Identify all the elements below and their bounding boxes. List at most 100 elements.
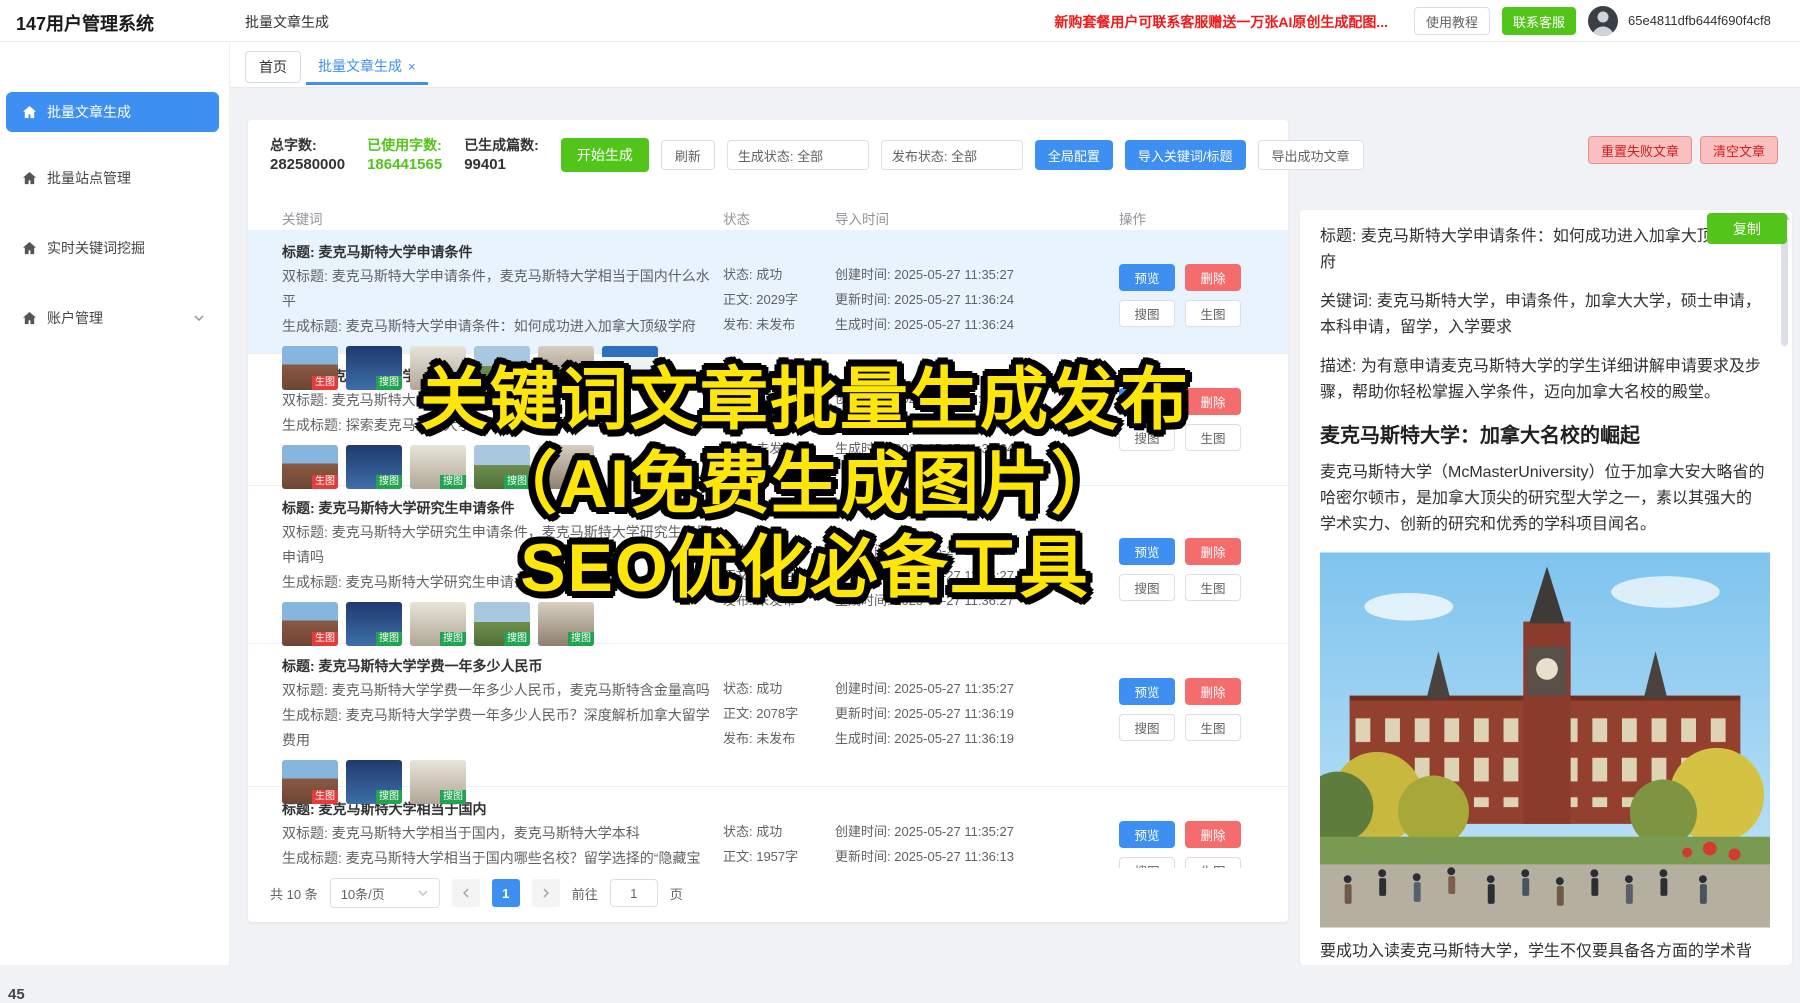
article-thumbnail[interactable]: 搜图 (346, 760, 402, 804)
delete-button[interactable]: 删除 (1185, 821, 1241, 848)
article-thumbnail[interactable]: 搜图 (474, 445, 530, 489)
stat-label: 已生成篇数: (464, 135, 539, 155)
created-time: 创建时间: 2025-05-27 11:35:27 (835, 538, 1119, 563)
generate-image-button[interactable]: 生图 (1185, 424, 1241, 451)
generate-image-button[interactable]: 生图 (1185, 300, 1241, 327)
search-image-button[interactable]: 搜图 (1119, 857, 1175, 868)
publish-status: 发布: 未发布 (723, 312, 835, 337)
article-thumbnail[interactable]: 搜图 (538, 445, 594, 489)
thumbnail-type-badge: 搜图 (376, 790, 402, 804)
preview-button[interactable]: 预览 (1119, 388, 1175, 415)
prev-page-button[interactable] (452, 879, 480, 907)
article-thumbnail[interactable]: 搜图 (410, 602, 466, 646)
sidebar-item-label: 批量站点管理 (47, 168, 131, 188)
tutorial-button[interactable]: 使用教程 (1414, 7, 1490, 35)
thumbnail-type-badge: 搜图 (504, 632, 530, 646)
reset-failed-button[interactable]: 重置失败文章 (1588, 136, 1692, 164)
preview-button[interactable]: 预览 (1119, 821, 1175, 848)
table-row[interactable]: 标题: 麦克马斯特大学申请条件 双标题: 麦克马斯特大学申请条件，麦克马斯特大学… (248, 230, 1288, 354)
search-image-button[interactable]: 搜图 (1119, 574, 1175, 601)
sidebar-item-account[interactable]: 账户管理 (6, 298, 219, 338)
generate-image-button[interactable]: 生图 (1185, 714, 1241, 741)
next-page-button[interactable] (532, 879, 560, 907)
pagination-total: 共 10 条 (270, 884, 318, 903)
copy-button[interactable]: 复制 (1707, 213, 1787, 244)
delete-button[interactable]: 删除 (1185, 264, 1241, 291)
generate-status-select[interactable]: 生成状态: 全部 (727, 140, 869, 170)
created-time: 创建时间: 2025-05-27 11:35:27 (835, 819, 1119, 844)
scrollbar-thumb[interactable] (1781, 236, 1788, 346)
thumbnail-type-badge: 生图 (312, 790, 338, 804)
total-words-stat: 总字数: 282580000 (270, 135, 345, 175)
page-number-button[interactable]: 1 (492, 879, 520, 907)
article-thumbnail[interactable]: 生图 (282, 602, 338, 646)
table-row[interactable]: 标题: 麦克马斯特大学研究生申请条件 双标题: 麦克马斯特大学研究生申请条件，麦… (248, 486, 1288, 644)
panel-scrollbar[interactable] (1781, 212, 1790, 965)
publish-status-select[interactable]: 发布状态: 全部 (881, 140, 1023, 170)
article-thumbnail[interactable]: 生图 (282, 346, 338, 390)
table-row[interactable]: 标题: 麦克马斯特大学相当于国内 双标题: 麦克马斯特大学相当于国内，麦克马斯特… (248, 787, 1288, 868)
close-icon[interactable]: × (408, 59, 416, 74)
contact-support-button[interactable]: 联系客服 (1502, 7, 1576, 35)
article-thumbnail[interactable]: 搜图 (474, 602, 530, 646)
per-page-select[interactable]: 10条/页 (330, 878, 440, 908)
delete-button[interactable]: 删除 (1185, 678, 1241, 705)
goto-page-input[interactable] (610, 879, 658, 907)
sidebar-item-label: 账户管理 (47, 308, 103, 328)
sidebar-item-keyword-mining[interactable]: 实时关键词挖掘 (6, 228, 219, 268)
sidebar-item-batch-article[interactable]: 批量文章生成 (6, 92, 219, 132)
start-generate-button[interactable]: 开始生成 (561, 138, 649, 172)
goto-label: 前往 (572, 884, 598, 903)
clear-articles-button[interactable]: 清空文章 (1700, 136, 1778, 164)
thumbnail-type-badge: 搜图 (440, 790, 466, 804)
preview-title: 标题: 麦克马斯特大学申请条件：如何成功进入加拿大顶级学府 (1320, 224, 1766, 276)
thumbnail-type-badge: 搜图 (568, 376, 594, 390)
search-image-button[interactable]: 搜图 (1119, 300, 1175, 327)
generate-image-button[interactable]: 生图 (1185, 857, 1241, 868)
search-image-button[interactable]: 搜图 (1119, 424, 1175, 451)
article-thumbnail[interactable]: 搜图 (538, 346, 594, 390)
sidebar-item-batch-site[interactable]: 批量站点管理 (6, 158, 219, 198)
time-cell: 创建时间: 2025-05-27 11:35:27 更新时间: 2025-05-… (835, 486, 1119, 643)
delete-button[interactable]: 删除 (1185, 538, 1241, 565)
article-thumbnail[interactable]: 生图 (282, 760, 338, 804)
article-thumbnail[interactable]: 搜图 (474, 346, 530, 390)
time-cell: 创建时间: 2025-05-27 11:35:27 更新时间: 2025-05-… (835, 644, 1119, 786)
status-text: 状态: 成功 (723, 262, 835, 287)
article-thumbnail[interactable]: 搜图 (538, 602, 594, 646)
article-thumbnail[interactable]: 搜图 (410, 760, 466, 804)
generate-image-button[interactable]: 生图 (1185, 574, 1241, 601)
user-avatar[interactable] (1588, 6, 1618, 36)
article-thumbnail[interactable]: 搜图 (346, 602, 402, 646)
preview-button[interactable]: 预览 (1119, 538, 1175, 565)
article-thumbnail[interactable]: 搜图 (410, 346, 466, 390)
table-row[interactable]: 标题: 麦克马斯特大学 双标题: 麦克马斯特大学 生成标题: 探索麦克马斯特大学… (248, 354, 1288, 486)
tab-batch-article-active[interactable]: 批量文章生成 × (306, 51, 428, 85)
article-thumbnail[interactable]: 生图 (282, 445, 338, 489)
export-success-button[interactable]: 导出成功文章 (1258, 140, 1364, 170)
delete-button[interactable]: 删除 (1185, 388, 1241, 415)
pagination: 共 10 条 10条/页 1 前往 页 (270, 878, 683, 908)
article-thumbnail[interactable]: 搜图 (602, 346, 658, 390)
created-time: 创建时间: 2025-05-27 11:35:27 (835, 676, 1119, 701)
global-config-button[interactable]: 全局配置 (1035, 140, 1113, 170)
actions-cell: 预览 删除 搜图 生图 (1119, 644, 1278, 786)
article-thumbnail[interactable]: 搜图 (410, 445, 466, 489)
chevron-left-icon (460, 887, 472, 899)
actions-cell: 预览 删除 搜图 生图 (1119, 787, 1278, 868)
article-thumbnail[interactable]: 搜图 (346, 445, 402, 489)
search-image-button[interactable]: 搜图 (1119, 714, 1175, 741)
table-row[interactable]: 标题: 麦克马斯特大学学费一年多少人民币 双标题: 麦克马斯特大学学费一年多少人… (248, 644, 1288, 787)
tab-home[interactable]: 首页 (245, 51, 301, 83)
preview-button[interactable]: 预览 (1119, 264, 1175, 291)
preview-paragraph: 麦克马斯特大学（McMasterUniversity）位于加拿大安大略省的哈密尔… (1320, 460, 1766, 538)
refresh-button[interactable]: 刷新 (661, 140, 715, 170)
article-thumbnail[interactable]: 搜图 (346, 346, 402, 390)
import-keywords-button[interactable]: 导入关键词/标题 (1125, 140, 1246, 170)
sidebar-item-label: 批量文章生成 (47, 102, 131, 122)
article-preview-panel: 复制 标题: 麦克马斯特大学申请条件：如何成功进入加拿大顶级学府 关键词: 麦克… (1300, 210, 1792, 965)
tab-label: 批量文章生成 (318, 58, 402, 74)
preview-button[interactable]: 预览 (1119, 678, 1175, 705)
app-logo: 147用户管理系统 (16, 10, 154, 36)
home-icon (22, 311, 37, 326)
